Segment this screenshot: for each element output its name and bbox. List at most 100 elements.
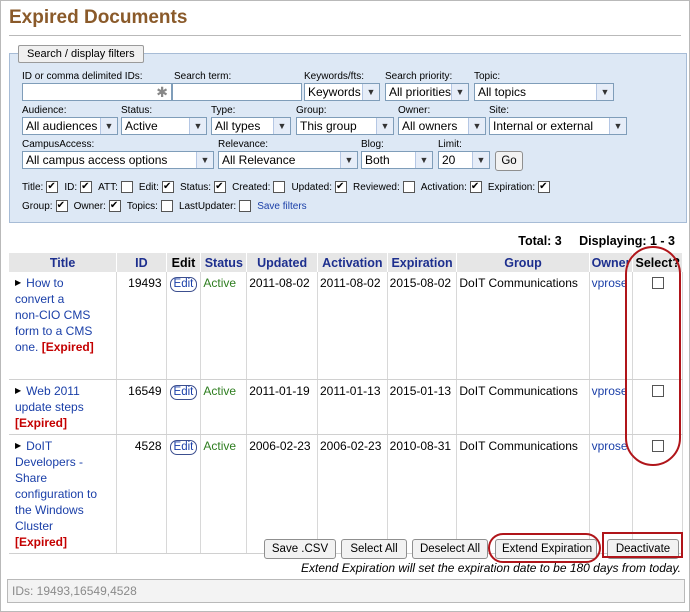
checkbox[interactable] [239,200,252,212]
group-select[interactable]: This group ▼ [296,117,394,135]
checkbox[interactable] [335,181,348,193]
checkbox[interactable] [108,200,121,212]
edit-button[interactable]: Edit [169,277,198,292]
column-toggle[interactable]: Group: [22,200,68,212]
edit-button[interactable]: Edit [169,384,198,400]
column-toggle[interactable]: Expiration: [487,181,551,193]
column-toggle-label: Expiration: [487,181,536,193]
blog-label: Blog: [361,139,384,150]
activation-cell: 2011-01-13 [317,379,388,435]
campus-select[interactable]: All campus access options ▼ [22,151,214,169]
column-toggle[interactable]: Owner: [74,200,121,212]
column-header-group[interactable]: Group [456,253,590,272]
expired-tag: [Expired] [41,340,94,354]
displaying-range: Displaying: 1 - 3 [579,234,675,248]
campus-value: All campus access options [26,153,168,167]
topic-select[interactable]: All topics ▼ [474,83,614,101]
save-csv-button[interactable]: Save .CSV [264,539,336,559]
priority-select[interactable]: All priorities ▼ [385,83,469,101]
checkbox[interactable] [55,200,68,212]
checkbox[interactable] [160,200,173,212]
column-toggle[interactable]: Reviewed: [353,181,415,193]
column-header-updated[interactable]: Updated [246,253,318,272]
highlight-ellipse-extend [488,533,601,563]
edit-button[interactable]: Edit [169,439,198,455]
column-header-title[interactable]: Title [9,253,118,272]
site-value: Internal or external [493,119,594,133]
ids-label: ID or comma delimited IDs: [22,71,143,82]
column-toggle[interactable]: Topics: [127,200,173,212]
expand-triangle-icon[interactable]: ▶ [15,386,21,395]
expand-triangle-icon[interactable]: ▶ [15,278,21,287]
column-toggle-label: Title: [22,181,44,193]
chevron-down-icon: ▼ [362,84,379,100]
checkbox[interactable] [46,181,59,193]
column-toggle[interactable]: Activation: [421,181,482,193]
checkbox[interactable] [538,181,551,193]
ids-bar: IDs: 19493,16549,4528 [7,579,685,603]
blog-select[interactable]: Both ▼ [361,151,433,169]
column-toggle-label: ID: [64,181,78,193]
checkbox[interactable] [273,181,286,193]
expired-tag: [Expired] [15,534,68,549]
title-cell: ▶ Web 2011 update steps [Expired] [9,379,118,435]
column-toggle[interactable]: ATT: [98,181,133,193]
group-cell: DoIT Communications [456,272,590,380]
go-button[interactable]: Go [495,151,523,171]
keywords-select[interactable]: Keywords ▼ [304,83,380,101]
chevron-down-icon: ▼ [415,152,432,168]
highlight-rect-deactivate [602,532,683,558]
column-header-activation[interactable]: Activation [317,253,388,272]
checkbox[interactable] [214,181,227,193]
column-header-id[interactable]: ID [116,253,167,272]
expand-triangle-icon[interactable]: ▶ [15,441,21,450]
checkbox[interactable] [80,181,93,193]
column-toggle[interactable]: Created: [232,181,286,193]
ids-input[interactable]: ✱ [22,83,172,101]
checkbox[interactable] [402,181,415,193]
limit-select[interactable]: 20 ▼ [438,151,490,169]
priority-label: Search priority: [385,71,453,82]
title-cell: ▶ DoIT Developers - Share configuration t… [9,434,118,554]
site-select[interactable]: Internal or external ▼ [489,117,627,135]
owner-value: All owners [402,119,458,133]
save-filters-link[interactable]: Save filters [257,201,306,212]
group-label: Group: [296,105,327,116]
expiration-cell: 2015-08-02 [387,272,458,380]
search-input[interactable] [172,83,302,101]
checkbox[interactable] [469,181,482,193]
limit-value: 20 [442,153,456,167]
column-toggle[interactable]: Updated: [291,181,348,193]
document-title-link[interactable]: Web 2011 update steps [15,384,84,414]
chevron-down-icon: ▼ [273,118,290,134]
title-line: one. [15,340,39,354]
type-select[interactable]: All types ▼ [211,117,291,135]
document-title-link[interactable]: DoIT Developers - Share configuration to… [15,439,97,533]
relevance-select[interactable]: All Relevance ▼ [218,151,358,169]
edit-cell: Edit [166,379,202,435]
owner-select[interactable]: All owners ▼ [398,117,486,135]
column-toggle-label: Status: [179,181,212,193]
column-toggle[interactable]: ID: [64,181,93,193]
title-line: Web 2011 [26,383,80,398]
id-cell: 4528 [116,434,167,554]
column-header-status[interactable]: Status [200,253,248,272]
column-header-expiration[interactable]: Expiration [387,253,458,272]
select-all-button[interactable]: Select All [341,539,407,559]
status-select[interactable]: Active ▼ [121,117,207,135]
relevance-value: All Relevance [222,153,296,167]
column-toggle[interactable]: Status: [179,181,227,193]
column-toggle[interactable]: LastUpdater: [179,200,252,212]
title-line: Cluster [15,518,54,533]
chevron-down-icon: ▼ [376,118,393,134]
column-toggle[interactable]: Edit: [139,181,174,193]
checkbox[interactable] [120,181,133,193]
audience-select[interactable]: All audiences ▼ [22,117,118,135]
deselect-all-button[interactable]: Deselect All [412,539,488,559]
expiration-cell: 2015-01-13 [387,379,458,435]
column-toggle-label: ATT: [98,181,118,193]
chevron-down-icon: ▼ [596,84,613,100]
column-toggle[interactable]: Title: [22,181,59,193]
checkbox[interactable] [161,181,174,193]
column-toggle-label: Updated: [291,181,333,193]
